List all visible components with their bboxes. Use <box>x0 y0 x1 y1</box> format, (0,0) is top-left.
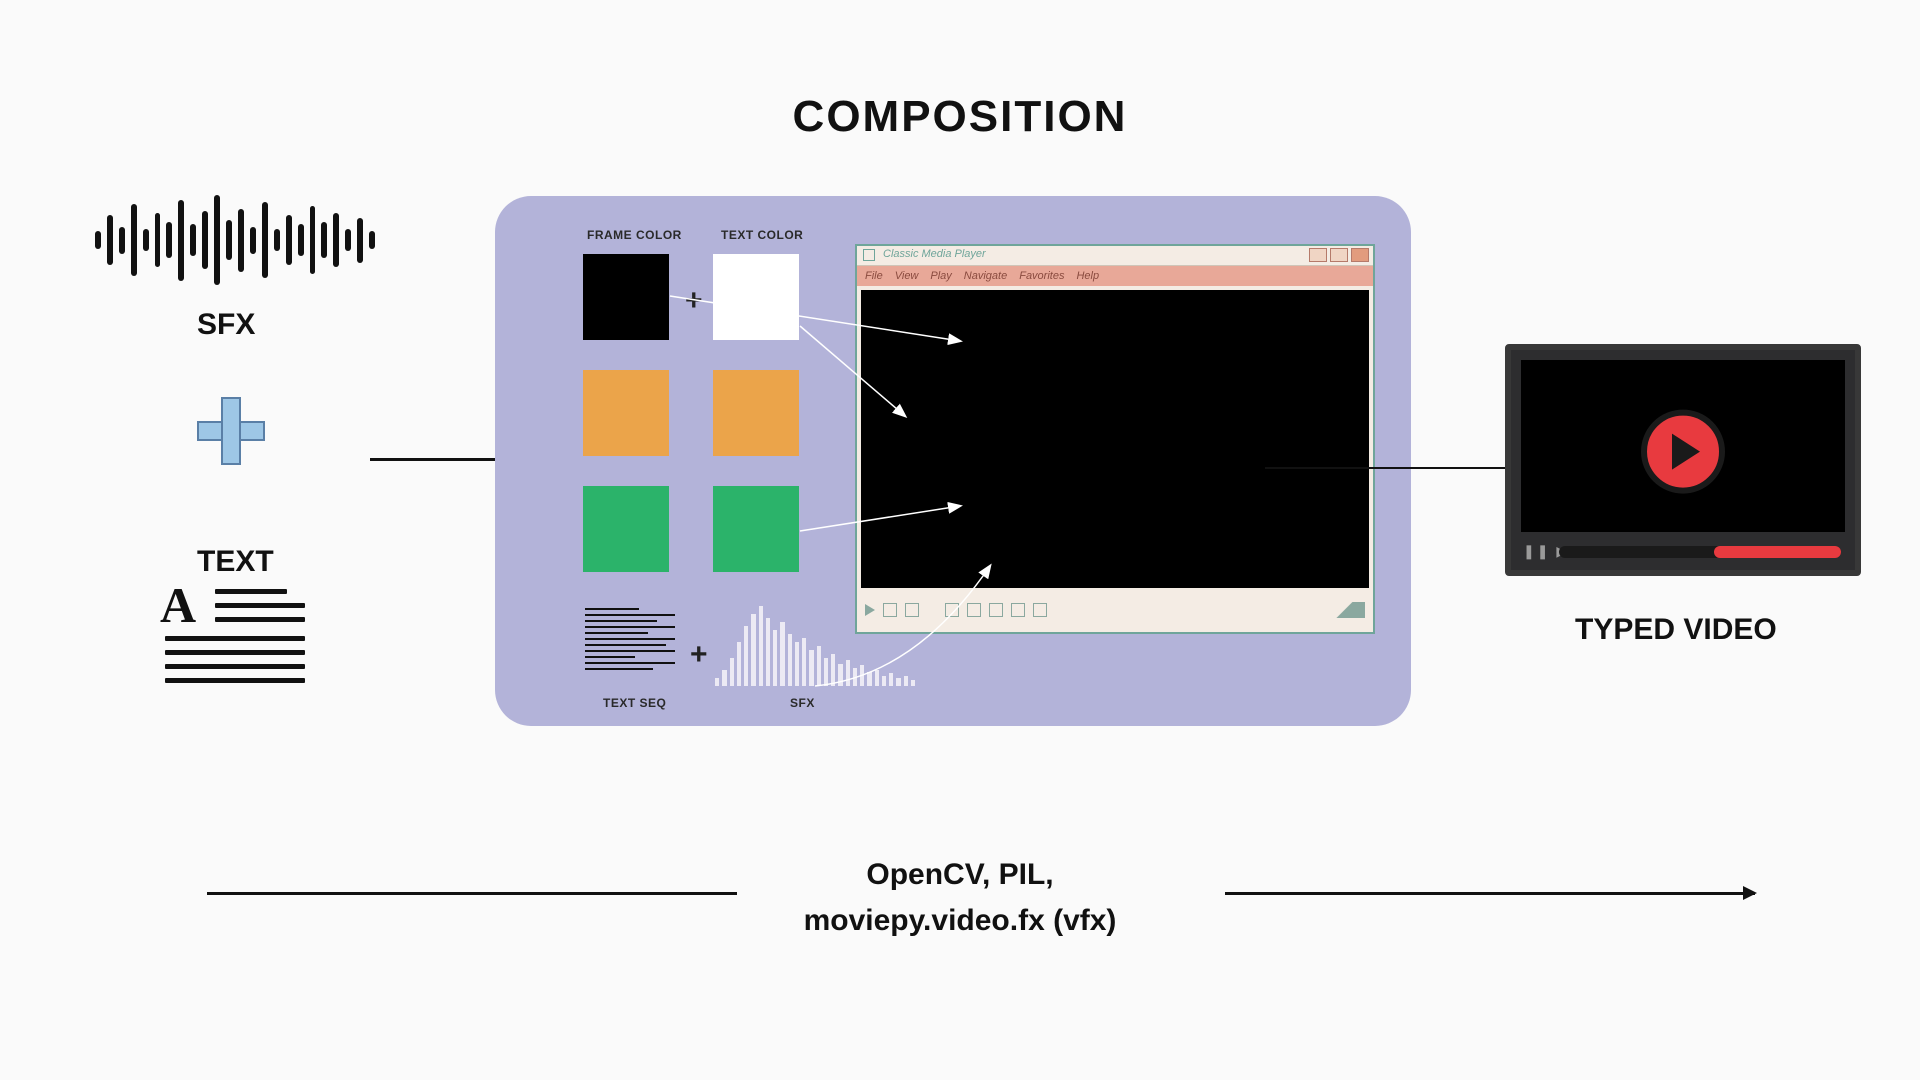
swatch-text-1 <box>713 254 799 340</box>
plus-mini-icon: + <box>685 284 703 318</box>
footer-line-left <box>207 892 737 895</box>
pause-icon[interactable] <box>883 603 897 617</box>
stop-icon[interactable] <box>905 603 919 617</box>
progress-bar[interactable] <box>1559 546 1841 558</box>
text-label: TEXT <box>197 545 274 579</box>
next-icon[interactable] <box>1011 603 1025 617</box>
text-icon: A <box>165 580 305 692</box>
menu-item[interactable]: Play <box>930 270 951 282</box>
maximize-button[interactable] <box>1330 248 1348 262</box>
text-color-label: TEXT COLOR <box>721 228 803 242</box>
typed-video-label: TYPED VIDEO <box>1575 613 1777 647</box>
swatch-frame-1 <box>583 254 669 340</box>
play-button-icon[interactable] <box>1641 410 1725 494</box>
prev-icon[interactable] <box>945 603 959 617</box>
swatch-frame-2 <box>583 370 669 456</box>
menu-item[interactable]: Help <box>1076 270 1099 282</box>
plus-mini-icon-2: + <box>690 638 708 672</box>
titlebar: Classic Media Player <box>857 246 1373 266</box>
menubar: File View Play Navigate Favorites Help <box>857 266 1373 286</box>
libs-line2: moviepy.video.fx (vfx) <box>0 904 1920 938</box>
menu-item[interactable]: Navigate <box>964 270 1007 282</box>
text-seq-label: TEXT SEQ <box>603 696 666 710</box>
swatch-text-3 <box>713 486 799 572</box>
plus-icon <box>195 395 267 467</box>
volume-icon[interactable] <box>1325 602 1365 618</box>
player-controls <box>857 592 1373 628</box>
swatch-text-2 <box>713 370 799 456</box>
typed-video-box: ❚❚ ▶ <box>1505 344 1861 576</box>
window-icon <box>863 249 875 261</box>
close-button[interactable] <box>1351 248 1369 262</box>
window-title: Classic Media Player <box>883 248 986 260</box>
sfx-small-label: SFX <box>790 696 815 710</box>
menu-item[interactable]: View <box>895 270 919 282</box>
waveform-icon <box>95 195 375 285</box>
video-screen <box>861 290 1369 588</box>
page-title: COMPOSITION <box>0 92 1920 142</box>
text-seq-icon <box>585 604 675 674</box>
menu-item[interactable]: Favorites <box>1019 270 1064 282</box>
step-icon[interactable] <box>1033 603 1047 617</box>
swatch-frame-3 <box>583 486 669 572</box>
media-player-window: Classic Media Player File View Play Navi… <box>855 244 1375 634</box>
rewind-icon[interactable] <box>967 603 981 617</box>
frame-color-label: FRAME COLOR <box>587 228 682 242</box>
minimize-button[interactable] <box>1309 248 1327 262</box>
menu-item[interactable]: File <box>865 270 883 282</box>
libs-line1: OpenCV, PIL, <box>0 858 1920 892</box>
sfx-label: SFX <box>197 308 255 342</box>
forward-icon[interactable] <box>989 603 1003 617</box>
footer-line-right-arrow <box>1225 892 1755 895</box>
play-icon[interactable] <box>865 604 875 616</box>
diagram-canvas: COMPOSITION SFX TEXT A FRAME COLOR TEXT … <box>0 0 1920 1080</box>
